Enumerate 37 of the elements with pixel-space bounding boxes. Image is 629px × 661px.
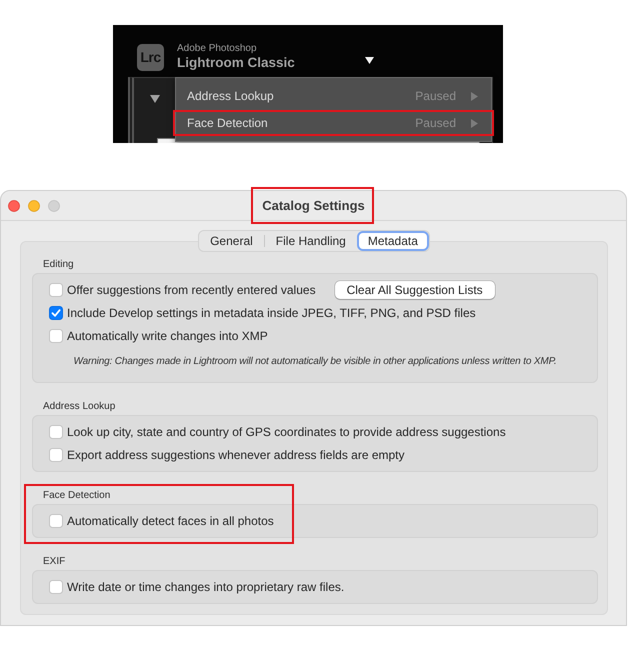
status-text: Paused <box>415 115 456 132</box>
checkbox[interactable] <box>49 306 63 320</box>
app-logo: Lrc <box>137 44 164 70</box>
window-title: Catalog Settings <box>262 198 365 212</box>
checkbox-label: Automatically detect faces in all photos <box>67 512 274 530</box>
checkbox[interactable] <box>49 328 63 342</box>
checkbox[interactable] <box>49 282 63 296</box>
checkbox-label: Write date or time changes into proprietary raw files. <box>67 578 344 596</box>
submenu-arrow-icon <box>471 118 478 128</box>
section-title: EXIF <box>42 556 66 568</box>
checkbox[interactable] <box>49 580 63 594</box>
checkbox-label: Include Develop settings in metadata inside JPEG, TIFF, PNG, and PSD files <box>67 304 476 322</box>
section-title: Editing <box>42 259 75 271</box>
menu-item[interactable]: Address Lookup Paused <box>176 84 491 108</box>
product-name: Lightroom Classic <box>177 54 296 72</box>
caret-icon[interactable] <box>365 56 374 64</box>
clear-suggestions-button[interactable]: Clear All Suggestion Lists <box>334 280 495 298</box>
checkbox[interactable] <box>49 448 63 462</box>
checkbox-label: Offer suggestions from recently entered values <box>67 282 316 298</box>
status-text: Paused <box>415 88 456 105</box>
submenu-arrow-icon <box>471 92 478 100</box>
disclosure-triangle-icon[interactable] <box>150 95 160 103</box>
checkbox[interactable] <box>49 424 63 438</box>
close-icon[interactable] <box>8 200 20 212</box>
section-title: Address Lookup <box>42 401 116 413</box>
tab[interactable]: Metadata <box>356 231 429 251</box>
minimize-icon[interactable] <box>28 200 40 212</box>
checkbox-label: Automatically write changes into XMP <box>67 328 268 344</box>
tab[interactable]: File Handling <box>264 231 357 251</box>
checkbox-label: Export address suggestions whenever address fields are empty <box>67 446 405 464</box>
section-title: Face Detection <box>42 490 112 502</box>
checkbox-label: Look up city, state and country of GPS coordinates to provide address suggestions <box>67 424 506 440</box>
checkbox[interactable] <box>49 514 63 528</box>
menu-item[interactable]: Face Detection Paused <box>176 111 491 135</box>
warning-text: Warning: Changes made in Lightroom will not automatically be visible in other applications unless written to XMP. <box>72 355 558 369</box>
tab[interactable]: General <box>199 231 264 251</box>
brand-name: Adobe Photoshop <box>177 42 258 54</box>
